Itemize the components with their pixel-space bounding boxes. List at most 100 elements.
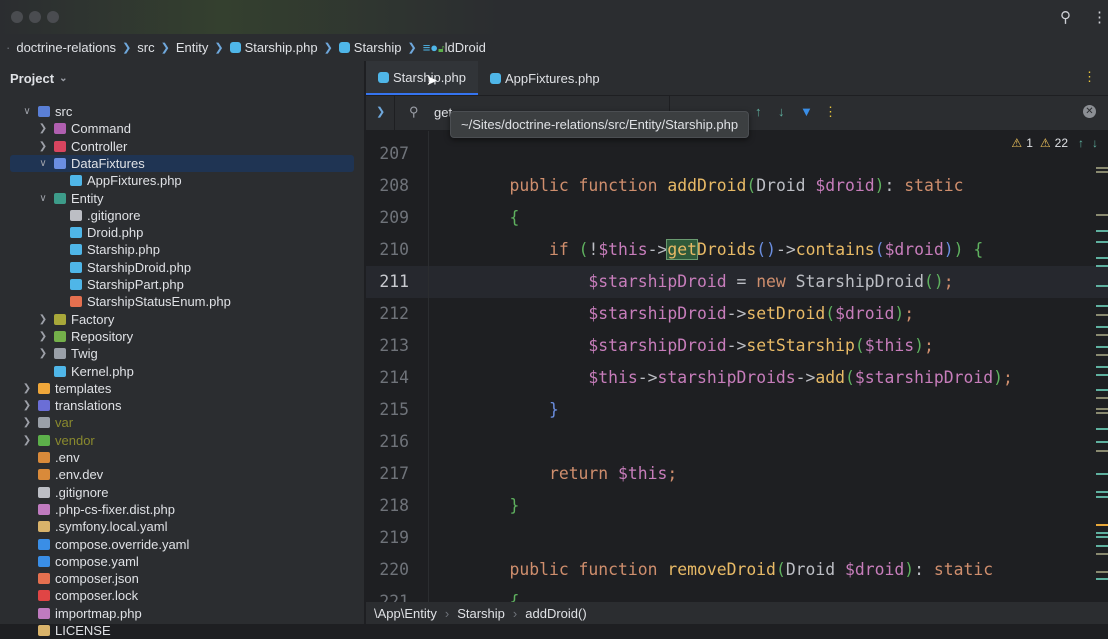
tree-item[interactable]: composer.lock <box>20 587 138 604</box>
line-number[interactable]: 216 <box>366 426 409 458</box>
tree-item[interactable]: Kernel.php <box>36 363 134 380</box>
tab-options-icon[interactable]: ⋮ <box>1083 69 1096 85</box>
stripe-mark[interactable] <box>1096 524 1108 526</box>
stripe-mark[interactable] <box>1096 491 1108 493</box>
stripe-mark[interactable] <box>1096 428 1108 430</box>
stripe-mark[interactable] <box>1096 374 1108 376</box>
chevron-right-icon[interactable]: ❯ <box>20 435 34 446</box>
stripe-mark[interactable] <box>1096 496 1108 498</box>
code-line[interactable]: 220 public function removeDroid(Droid $d… <box>366 554 1108 586</box>
tree-item[interactable]: ∨ src <box>20 103 72 120</box>
tree-item[interactable]: Starship.php <box>52 241 160 258</box>
tree-item[interactable]: compose.yaml <box>20 553 139 570</box>
search-icon[interactable]: ⚲ <box>1060 8 1071 26</box>
stripe-mark[interactable] <box>1096 412 1108 414</box>
stripe-mark[interactable] <box>1096 346 1108 348</box>
line-number[interactable]: 218 <box>366 490 409 522</box>
tree-item[interactable]: importmap.php <box>20 605 142 622</box>
stripe-mark[interactable] <box>1096 257 1108 259</box>
stripe-mark[interactable] <box>1096 230 1108 232</box>
stripe-mark[interactable] <box>1096 389 1108 391</box>
stripe-mark[interactable] <box>1096 450 1108 452</box>
tree-item[interactable]: ❯ Command <box>36 120 131 137</box>
code-line[interactable]: 219 <box>366 522 1108 554</box>
tree-item[interactable]: ❯ var <box>20 414 73 431</box>
code-line[interactable]: 208 public function addDroid(Droid $droi… <box>366 170 1108 202</box>
chevron-right-icon[interactable]: ❯ <box>36 314 50 325</box>
tree-item[interactable]: ❯ Controller <box>36 138 128 155</box>
code-line[interactable]: 207 <box>366 138 1108 170</box>
code-line[interactable]: 213 $starshipDroid->setStarship($this); <box>366 330 1108 362</box>
chevron-right-icon[interactable]: ❯ <box>36 331 50 342</box>
stripe-mark[interactable] <box>1096 536 1108 538</box>
stripe-mark[interactable] <box>1096 285 1108 287</box>
tree-item[interactable]: ❯ templates <box>20 380 112 397</box>
breadcrumb-file[interactable]: Starship.php <box>229 40 318 55</box>
tree-item[interactable]: Droid.php <box>52 224 143 241</box>
stripe-mark[interactable] <box>1096 326 1108 328</box>
status-namespace[interactable]: \App\Entity <box>374 606 437 621</box>
stripe-mark[interactable] <box>1096 441 1108 443</box>
find-options-icon[interactable]: ⋮ <box>824 104 837 120</box>
tree-item[interactable]: .symfony.local.yaml <box>20 518 167 535</box>
code-line[interactable]: 218 } <box>366 490 1108 522</box>
code-line[interactable]: 209 { <box>366 202 1108 234</box>
tree-item[interactable]: ❯ Factory <box>36 311 115 328</box>
tree-item[interactable]: StarshipStatusEnum.php <box>52 293 231 310</box>
stripe-mark[interactable] <box>1096 366 1108 368</box>
tree-item[interactable]: ∨ DataFixtures <box>10 154 354 172</box>
previous-occurrence-icon[interactable]: ↑ <box>755 104 762 119</box>
status-class[interactable]: Starship <box>457 606 505 621</box>
stripe-mark[interactable] <box>1096 354 1108 356</box>
code-line[interactable]: 217 return $this; <box>366 458 1108 490</box>
tree-item[interactable]: .env <box>20 449 80 466</box>
chevron-right-icon[interactable]: ❯ <box>36 348 50 359</box>
search-history-icon[interactable]: ⚲ <box>409 104 419 120</box>
chevron-right-icon[interactable]: ❯ <box>20 383 34 394</box>
more-icon[interactable]: ⋮ <box>1092 8 1107 26</box>
line-number[interactable]: 212 <box>366 298 409 330</box>
breadcrumb-class[interactable]: Starship <box>338 40 402 55</box>
zoom-window-button[interactable] <box>47 11 59 23</box>
stripe-mark[interactable] <box>1096 241 1108 243</box>
chevron-down-icon[interactable]: ∨ <box>36 193 50 204</box>
line-number[interactable]: 211 <box>366 266 409 298</box>
line-number[interactable]: 213 <box>366 330 409 362</box>
tree-item[interactable]: LICENSE <box>20 622 111 639</box>
stripe-mark[interactable] <box>1096 214 1108 216</box>
stripe-mark[interactable] <box>1096 473 1108 475</box>
tree-item[interactable]: .gitignore <box>52 207 140 224</box>
chevron-right-icon[interactable]: ❯ <box>20 400 34 411</box>
breadcrumb-entity[interactable]: Entity <box>176 40 209 55</box>
stripe-mark[interactable] <box>1096 532 1108 534</box>
next-occurrence-icon[interactable]: ↓ <box>778 104 785 119</box>
status-method[interactable]: addDroid() <box>525 606 586 621</box>
stripe-mark[interactable] <box>1096 305 1108 307</box>
tab-appfixtures-php[interactable]: AppFixtures.php <box>478 61 612 95</box>
tree-item[interactable]: StarshipDroid.php <box>52 259 191 276</box>
stripe-mark[interactable] <box>1096 334 1108 336</box>
minimize-window-button[interactable] <box>29 11 41 23</box>
line-number[interactable]: 208 <box>366 170 409 202</box>
line-number[interactable]: 219 <box>366 522 409 554</box>
stripe-mark[interactable] <box>1096 571 1108 573</box>
stripe-mark[interactable] <box>1096 171 1108 173</box>
close-window-button[interactable] <box>11 11 23 23</box>
tree-item[interactable]: ❯ vendor <box>20 432 95 449</box>
tree-item[interactable]: AppFixtures.php <box>52 172 182 189</box>
project-view-selector[interactable]: Project ⌄ <box>0 61 364 95</box>
tree-item[interactable]: StarshipPart.php <box>52 276 184 293</box>
tree-item[interactable]: composer.json <box>20 570 139 587</box>
line-number[interactable]: 217 <box>366 458 409 490</box>
tree-item[interactable]: compose.override.yaml <box>20 536 189 553</box>
chevron-right-icon[interactable]: ❯ <box>20 417 34 428</box>
breadcrumb-src[interactable]: src <box>137 40 154 55</box>
stripe-mark[interactable] <box>1096 167 1108 169</box>
chevron-right-icon[interactable]: ❯ <box>36 123 50 134</box>
breadcrumb-project[interactable]: doctrine-relations <box>16 40 116 55</box>
stripe-mark[interactable] <box>1096 314 1108 316</box>
tree-item[interactable]: .env.dev <box>20 466 103 483</box>
line-number[interactable]: 220 <box>366 554 409 586</box>
tree-item[interactable]: ∨ Entity <box>36 190 103 207</box>
breadcrumb-method[interactable]: ≡●🔓︎ldDroid <box>423 40 486 55</box>
